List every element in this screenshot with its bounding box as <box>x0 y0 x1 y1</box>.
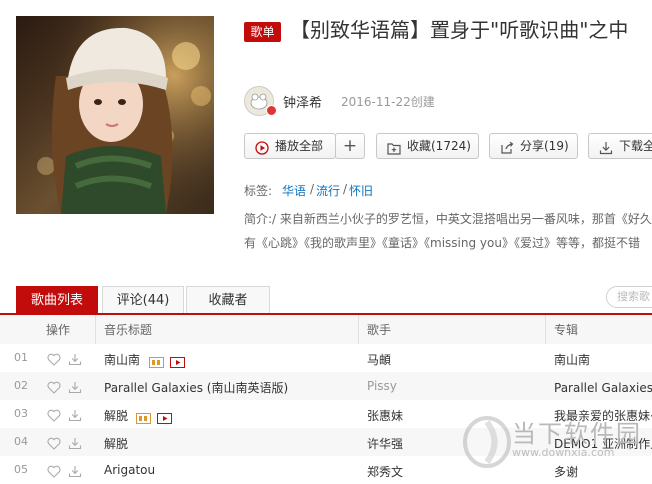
track-number: 04 <box>14 435 28 448</box>
track-number: 02 <box>14 379 28 392</box>
song-artist[interactable]: Pissy <box>367 379 397 393</box>
download-all-button[interactable]: 下载全 <box>588 133 652 159</box>
header-ops: 操作 <box>46 323 71 337</box>
playlist-type-badge: 歌单 <box>244 22 281 42</box>
header-title[interactable]: 音乐标题 <box>104 321 152 338</box>
playlist-title: 【别致华语篇】置身于"听歌识曲"之中 <box>290 18 629 42</box>
tags-label: 标签: <box>244 184 273 198</box>
column-divider <box>95 315 96 344</box>
intro-text: / 来自新西兰小伙子的罗艺恒，中英文混搭唱出另一番风味，那首《好久 <box>272 212 652 226</box>
download-song-icon[interactable] <box>68 435 82 454</box>
song-artist[interactable]: 郑秀文 <box>367 463 403 480</box>
creator-vip-badge-icon <box>266 105 277 116</box>
tab-song-list[interactable]: 歌曲列表 <box>16 286 98 314</box>
like-heart-icon[interactable] <box>47 351 61 370</box>
share-label: 分享(19) <box>520 139 569 153</box>
table-row[interactable]: 01 南山南 马頔 南山南 <box>0 344 652 372</box>
song-search-input[interactable]: 搜索歌 <box>606 286 652 308</box>
header-album[interactable]: 专辑 <box>554 321 578 338</box>
play-all-button[interactable]: 播放全部 <box>244 133 336 159</box>
song-artist[interactable]: 马頔 <box>367 351 391 368</box>
watermark-logo-icon <box>463 416 511 468</box>
like-heart-icon[interactable] <box>47 407 61 426</box>
tag-link[interactable]: 流行 <box>316 182 340 199</box>
tab-comments[interactable]: 评论(44) <box>102 286 184 314</box>
like-heart-icon[interactable] <box>47 379 61 398</box>
tag-separator: / <box>310 182 315 196</box>
download-label: 下载全 <box>619 139 652 153</box>
song-title[interactable]: 解脱 <box>104 435 128 452</box>
download-song-icon[interactable] <box>68 351 82 370</box>
download-icon <box>599 139 613 158</box>
header-artist[interactable]: 歌手 <box>367 321 391 338</box>
track-number: 03 <box>14 407 28 420</box>
song-artist[interactable]: 许华强 <box>367 435 403 452</box>
column-divider <box>358 315 359 344</box>
track-number: 05 <box>14 463 28 476</box>
collect-label: 收藏(1724) <box>407 139 471 153</box>
song-title[interactable]: Parallel Galaxies (南山南英语版) <box>104 379 288 396</box>
column-divider <box>545 315 546 344</box>
song-album[interactable]: 南山南 <box>554 351 590 368</box>
folder-plus-icon <box>387 139 401 158</box>
mv-play-icon[interactable] <box>157 409 172 428</box>
download-song-icon[interactable] <box>68 407 82 426</box>
tag-link[interactable]: 华语 <box>282 182 306 199</box>
share-icon <box>500 139 514 158</box>
watermark-title: 当下软件园 <box>512 420 642 448</box>
download-song-icon[interactable] <box>68 379 82 398</box>
playlist-cover-image <box>16 16 214 214</box>
created-date: 2016-11-22创建 <box>341 95 435 109</box>
track-number: 01 <box>14 351 28 364</box>
intro-line-1: 简介:/ 来自新西兰小伙子的罗艺恒，中英文混搭唱出另一番风味，那首《好久 <box>244 210 652 227</box>
download-song-icon[interactable] <box>68 463 82 482</box>
song-title[interactable]: 解脱 <box>104 407 128 424</box>
collect-button[interactable]: 收藏(1724) <box>376 133 479 159</box>
cover-illustration <box>16 16 214 214</box>
add-to-queue-button[interactable]: + <box>335 133 365 159</box>
play-all-label: 播放全部 <box>275 139 324 153</box>
tag-link[interactable]: 怀旧 <box>349 182 373 199</box>
table-row[interactable]: 02 Parallel Galaxies (南山南英语版) Pissy Paralle… <box>0 372 652 400</box>
song-title[interactable]: Arigatou <box>104 463 155 477</box>
song-album[interactable]: Parallel Galaxies (南 <box>554 379 652 396</box>
tag-separator: / <box>343 182 348 196</box>
like-heart-icon[interactable] <box>47 463 61 482</box>
tab-collectors[interactable]: 收藏者 <box>186 286 270 314</box>
sq-quality-icon <box>149 353 164 372</box>
intro-line-2: 有《心跳》《我的歌声里》《童话》《missing you》《爱过》等等，都挺不错 <box>244 236 640 250</box>
song-artist[interactable]: 张惠妹 <box>367 407 403 424</box>
like-heart-icon[interactable] <box>47 435 61 454</box>
watermark-url: www.downxia.com <box>512 446 615 459</box>
intro-label: 简介: <box>244 212 273 226</box>
sq-quality-icon <box>136 409 151 428</box>
creator-name[interactable]: 钟泽希 <box>283 92 322 111</box>
share-button[interactable]: 分享(19) <box>489 133 578 159</box>
song-title[interactable]: 南山南 <box>104 351 140 368</box>
mv-play-icon[interactable] <box>170 353 185 372</box>
play-circle-icon <box>255 139 269 158</box>
